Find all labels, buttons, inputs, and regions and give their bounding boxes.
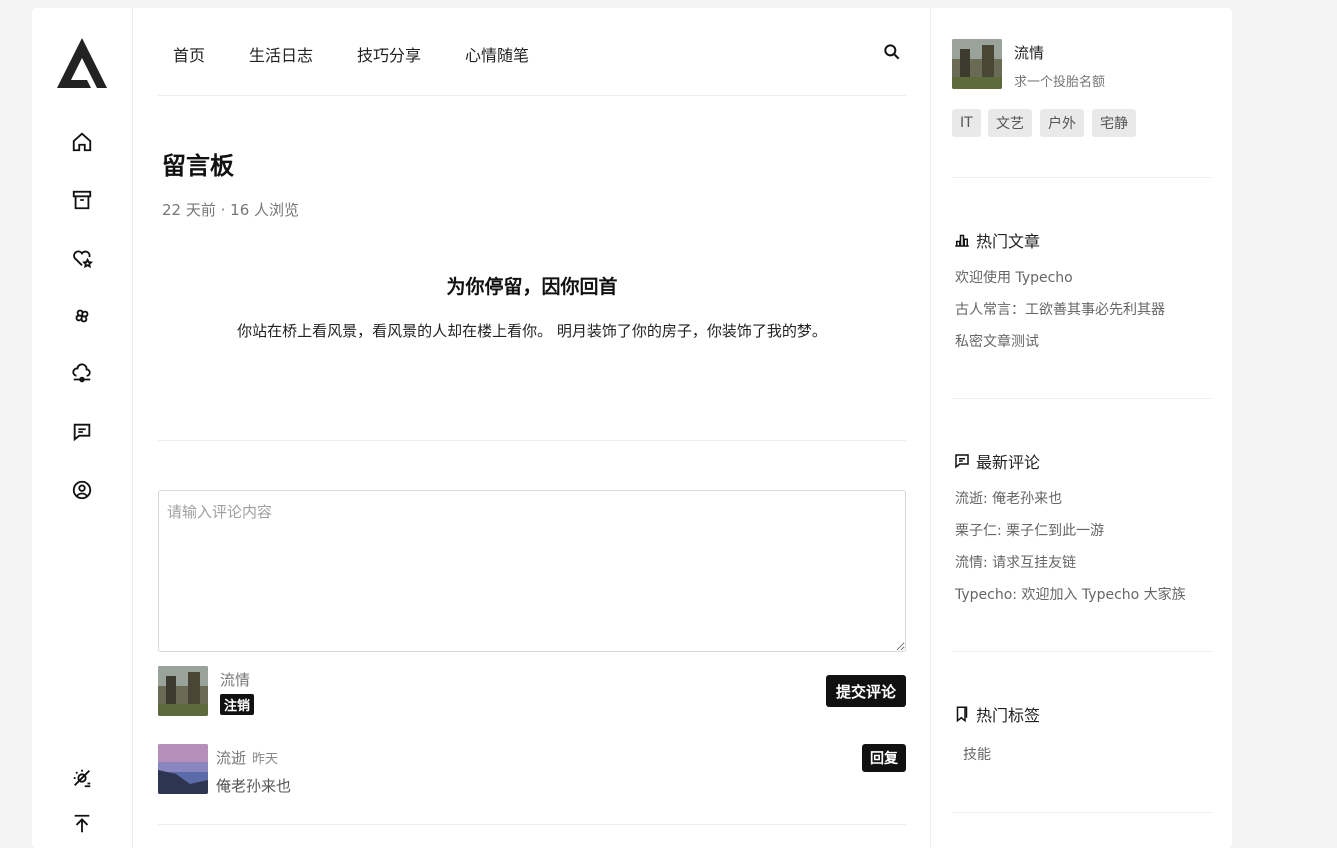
user-circle-icon[interactable] [70, 478, 94, 502]
profile-avatar [952, 39, 1002, 89]
archive-icon[interactable] [70, 188, 94, 212]
hot-post-link[interactable]: 私密文章测试 [955, 331, 1039, 351]
comment-divider [158, 824, 906, 825]
content-heading: 为你停留，因你回首 [446, 276, 618, 298]
sidebar-divider [952, 177, 1212, 178]
profile-tag[interactable]: 文艺 [988, 109, 1032, 137]
page-title: 留言板 [162, 152, 234, 180]
logout-button[interactable]: 注销 [220, 694, 255, 715]
message-icon[interactable] [70, 420, 94, 444]
page-meta: 22 天前 · 16 人浏览 [162, 201, 300, 219]
page-frame: 首页 生活日志 技巧分享 心情随笔 留言板 22 天前 · 16 人浏览 为你停… [32, 8, 1232, 848]
recent-comment-link[interactable]: 流情: 请求互挂友链 [955, 552, 1076, 572]
content-divider [158, 440, 906, 441]
search-icon[interactable] [882, 42, 902, 62]
nav-item-life-log[interactable]: 生活日志 [249, 42, 313, 66]
hot-post-link[interactable]: 欢迎使用 Typecho [955, 267, 1073, 287]
profile-name: 流情 [1014, 44, 1045, 62]
profile-tag[interactable]: 户外 [1040, 109, 1084, 137]
current-user-avatar [158, 666, 208, 716]
pinwheel-icon[interactable] [70, 304, 94, 328]
reply-button[interactable]: 回复 [862, 744, 906, 772]
top-nav: 首页 生活日志 技巧分享 心情随笔 [158, 8, 906, 96]
main-content: 首页 生活日志 技巧分享 心情随笔 留言板 22 天前 · 16 人浏览 为你停… [158, 8, 906, 848]
content-text: 你站在桥上看风景，看风景的人却在楼上看你。 明月装饰了你的房子，你装饰了我的梦。 [237, 322, 827, 340]
profile-motto: 求一个投胎名额 [1014, 75, 1106, 90]
heart-star-icon[interactable] [70, 246, 94, 270]
comment-author[interactable]: 流逝 昨天 [216, 747, 278, 768]
comment-time: 昨天 [252, 752, 279, 767]
hot-posts-title: 热门文章 [953, 228, 1040, 252]
comment-avatar [158, 744, 208, 794]
comment-text: 俺老孙来也 [216, 777, 292, 795]
bar-chart-icon [955, 234, 969, 247]
theme-toggle-icon[interactable] [70, 766, 94, 790]
left-rail [32, 8, 133, 848]
profile-tag[interactable]: 宅静 [1092, 109, 1136, 137]
hot-tags-title: 热门标签 [953, 702, 1040, 726]
home-icon[interactable] [70, 130, 94, 154]
hot-post-link[interactable]: 古人常言：工欲善其事必先利其器 [955, 299, 1165, 319]
comment-icon [955, 454, 969, 469]
recent-comment-link[interactable]: 流逝: 俺老孙来也 [955, 488, 1062, 508]
site-logo[interactable] [57, 38, 107, 90]
recent-comment-link[interactable]: 栗子仁: 栗子仁到此一游 [955, 520, 1104, 540]
sidebar-divider [952, 398, 1212, 399]
recent-comment-link[interactable]: Typecho: 欢迎加入 Typecho 大家族 [955, 584, 1186, 604]
nav-item-mood[interactable]: 心情随笔 [465, 42, 529, 66]
submit-comment-button[interactable]: 提交评论 [826, 675, 906, 707]
sidebar-divider [952, 812, 1212, 813]
comment-input[interactable] [158, 490, 906, 652]
current-user-name: 流情 [220, 671, 251, 689]
bookmark-icon [956, 706, 968, 723]
cloud-upload-icon[interactable] [70, 362, 94, 386]
nav-item-home[interactable]: 首页 [173, 42, 205, 66]
right-sidebar: 流情 求一个投胎名额 IT 文艺 户外 宅静 热门文章 欢迎使用 Typecho… [930, 8, 1232, 848]
back-to-top-icon[interactable] [70, 812, 94, 836]
sidebar-divider [952, 651, 1212, 652]
profile-tag[interactable]: IT [952, 109, 981, 137]
hot-tag-link[interactable]: 技能 [963, 744, 991, 764]
recent-comments-title: 最新评论 [953, 449, 1040, 473]
nav-item-tips[interactable]: 技巧分享 [357, 42, 421, 66]
